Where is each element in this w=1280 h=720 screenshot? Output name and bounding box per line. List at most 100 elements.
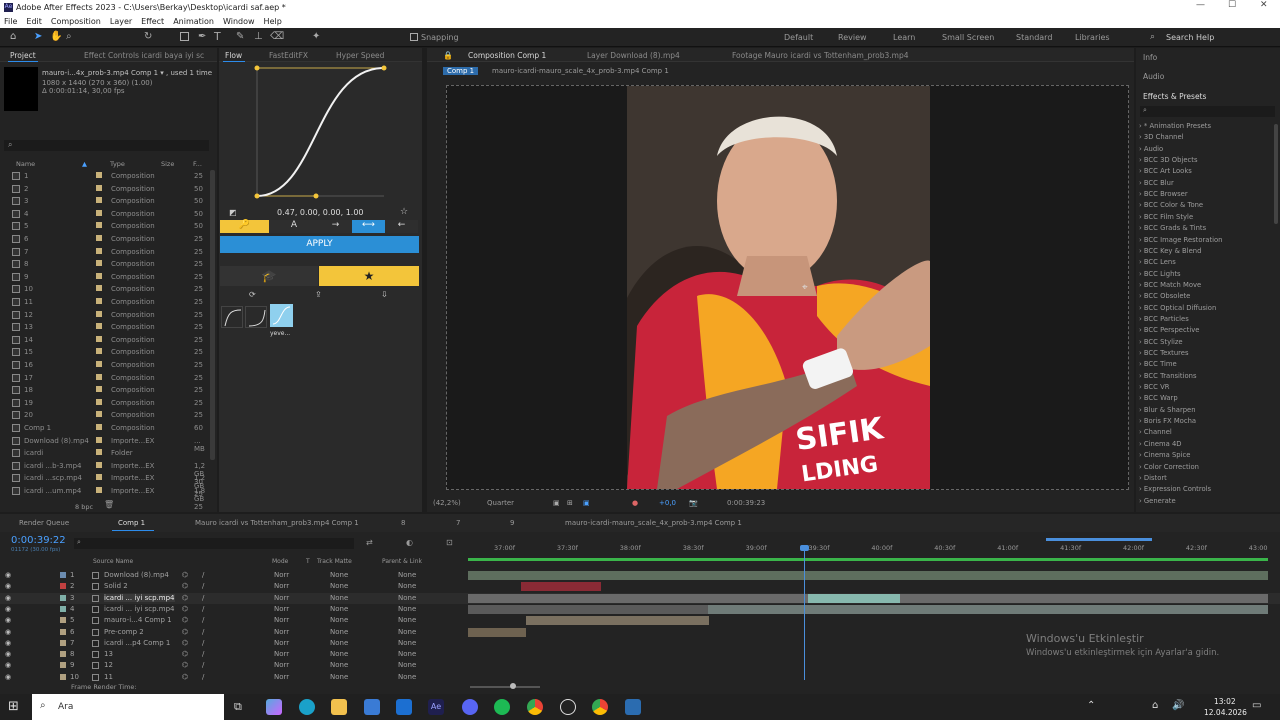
layer-row[interactable]: ◉ 5 mauro-i...4 Comp 1 ⌬ / Norr None None — [0, 615, 1280, 626]
layer-switch-icon[interactable]: / — [202, 628, 204, 636]
layer-mode-select[interactable]: Norr — [274, 661, 289, 669]
composition-canvas[interactable]: SIFIK LDING ⌖ — [446, 85, 1129, 490]
maximize-button[interactable]: ☐ — [1228, 0, 1236, 10]
effects-category[interactable]: › Generate — [1139, 497, 1176, 505]
effects-category[interactable]: › Cinema 4D — [1139, 440, 1182, 448]
label-color-swatch[interactable] — [96, 474, 102, 481]
preset-thumbnail-1[interactable] — [221, 306, 243, 328]
parent-select[interactable]: None — [398, 594, 416, 602]
effects-scrollbar[interactable] — [1274, 124, 1278, 224]
pickwhip-icon[interactable]: ⌬ — [182, 661, 188, 669]
project-item[interactable]: 10 Composition 25 — [0, 283, 210, 296]
track-matte-select[interactable]: None — [330, 673, 348, 681]
layer-mode-select[interactable]: Norr — [274, 582, 289, 590]
network-icon[interactable]: ⌂ — [1152, 700, 1158, 711]
pickwhip-icon[interactable]: ⌬ — [182, 650, 188, 658]
label-color-swatch[interactable] — [96, 260, 102, 267]
label-color-swatch[interactable] — [96, 209, 102, 216]
project-search-input[interactable]: ⌕ — [4, 140, 209, 151]
layer-duration-bar[interactable] — [708, 604, 1268, 614]
label-color-swatch[interactable] — [96, 436, 102, 443]
layer-label-swatch[interactable] — [60, 651, 66, 658]
layer-label-swatch[interactable] — [60, 662, 66, 669]
start-button[interactable]: ⊞ — [8, 699, 19, 714]
project-item[interactable]: 14 Composition 25 — [0, 334, 210, 347]
effects-category[interactable]: › BCC Lens — [1139, 258, 1176, 266]
layer-duration-bar[interactable] — [808, 593, 900, 603]
label-color-swatch[interactable] — [96, 172, 102, 178]
tab-mauro-scale-comp[interactable]: mauro-icardi-mauro_scale_4x_prob-3.mp4 C… — [565, 519, 742, 527]
layer-label-swatch[interactable] — [60, 639, 66, 646]
project-item[interactable]: 17 Composition 25 — [0, 372, 210, 385]
playhead[interactable] — [804, 546, 805, 680]
label-color-swatch[interactable] — [96, 398, 102, 405]
work-area-bar[interactable] — [1046, 538, 1152, 541]
workspace-learn[interactable]: Learn — [893, 33, 915, 42]
pickwhip-icon[interactable]: ⌬ — [182, 605, 188, 613]
tab-footage[interactable]: Footage Mauro icardi vs Tottenham_prob3.… — [732, 51, 909, 60]
col-name[interactable]: Name — [16, 160, 35, 168]
chrome-profile-icon[interactable] — [592, 699, 608, 715]
effects-category[interactable]: › Audio — [1139, 145, 1163, 153]
clock-time[interactable]: 13:02 — [1214, 697, 1236, 706]
menu-layer[interactable]: Layer — [110, 17, 132, 26]
layer-row[interactable]: ◉ 10 11 ⌬ / Norr None None — [0, 672, 1280, 683]
menu-window[interactable]: Window — [223, 17, 255, 26]
layer-mode-select[interactable]: Norr — [274, 650, 289, 658]
parent-select[interactable]: None — [398, 639, 416, 647]
preset-thumbnail-3[interactable] — [270, 304, 293, 327]
col-t[interactable]: T — [306, 558, 310, 565]
layer-duration-bar[interactable] — [521, 582, 601, 592]
effects-category[interactable]: › Blur & Sharpen — [1139, 406, 1196, 414]
tab-audio[interactable]: Audio — [1143, 72, 1164, 81]
time-ruler[interactable]: 37:00f 37:30f 38:00f 38:30f 39:00f 39:30f 40:0… — [468, 542, 1268, 556]
edge-icon[interactable] — [299, 699, 315, 715]
label-color-swatch[interactable] — [96, 298, 102, 304]
effects-search-input[interactable]: ⌕ — [1140, 106, 1275, 117]
outlook-icon[interactable] — [396, 699, 412, 715]
layer-switch-icon[interactable]: / — [202, 582, 204, 590]
layer-mode-select[interactable]: Norr — [274, 594, 289, 602]
project-item[interactable]: 2 Composition 50 — [0, 183, 210, 196]
bpc-label[interactable]: 8 bpc — [75, 503, 93, 511]
arrow-both-icon[interactable]: ⟷ — [352, 220, 385, 233]
discord-icon[interactable] — [462, 699, 478, 715]
effects-category[interactable]: › Channel — [1139, 428, 1172, 436]
layer-row[interactable]: ◉ 9 12 ⌬ / Norr None None — [0, 660, 1280, 671]
pickwhip-icon[interactable]: ⌬ — [182, 628, 188, 636]
workspace-default[interactable]: Default — [784, 33, 813, 42]
refresh-icon[interactable]: ⟳ — [249, 290, 256, 299]
col-parent-link[interactable]: Parent & Link — [382, 558, 422, 565]
effects-category[interactable]: › Distort — [1139, 474, 1167, 482]
label-color-swatch[interactable] — [96, 235, 102, 241]
effects-category[interactable]: › BCC Transitions — [1139, 372, 1197, 380]
tab-hyper-speed[interactable]: Hyper Speed — [336, 51, 384, 60]
region-icon[interactable]: ▣ — [553, 499, 560, 507]
project-item[interactable]: 11 Composition 25 — [0, 296, 210, 309]
col-size[interactable]: Size — [161, 160, 174, 168]
favorite-star-icon[interactable]: ☆ — [400, 207, 408, 217]
tab-9[interactable]: 9 — [510, 519, 514, 527]
parent-select[interactable]: None — [398, 582, 416, 590]
tab-effects-presets[interactable]: Effects & Presets — [1143, 92, 1206, 101]
chrome-icon[interactable] — [527, 699, 543, 715]
effects-category[interactable]: › BCC Blur — [1139, 179, 1174, 187]
current-time-display[interactable]: 0:00:39:23 — [727, 499, 765, 507]
label-color-swatch[interactable] — [96, 461, 102, 468]
tray-chevron-icon[interactable]: ⌃ — [1087, 700, 1095, 711]
project-item[interactable]: 19 Composition 25 — [0, 397, 210, 410]
layer-source-name[interactable]: 11 — [104, 673, 113, 681]
zoom-slider[interactable] — [470, 686, 540, 688]
clock-date[interactable]: 12.04.2026 — [1204, 708, 1247, 717]
pickwhip-icon[interactable]: ⌬ — [182, 594, 188, 602]
file-explorer-icon[interactable] — [331, 699, 347, 715]
graph-editor-icon[interactable]: ⊡ — [446, 538, 453, 547]
track-matte-select[interactable]: None — [330, 650, 348, 658]
project-item[interactable]: 18 Composition 25 — [0, 384, 210, 397]
menu-edit[interactable]: Edit — [26, 17, 42, 26]
workspace-libraries[interactable]: Libraries — [1075, 33, 1110, 42]
snipping-tool-icon[interactable] — [625, 699, 641, 715]
brush-tool-icon[interactable]: ✎ — [236, 31, 244, 42]
label-color-swatch[interactable] — [96, 247, 102, 254]
layer-switch-icon[interactable]: / — [202, 605, 204, 613]
